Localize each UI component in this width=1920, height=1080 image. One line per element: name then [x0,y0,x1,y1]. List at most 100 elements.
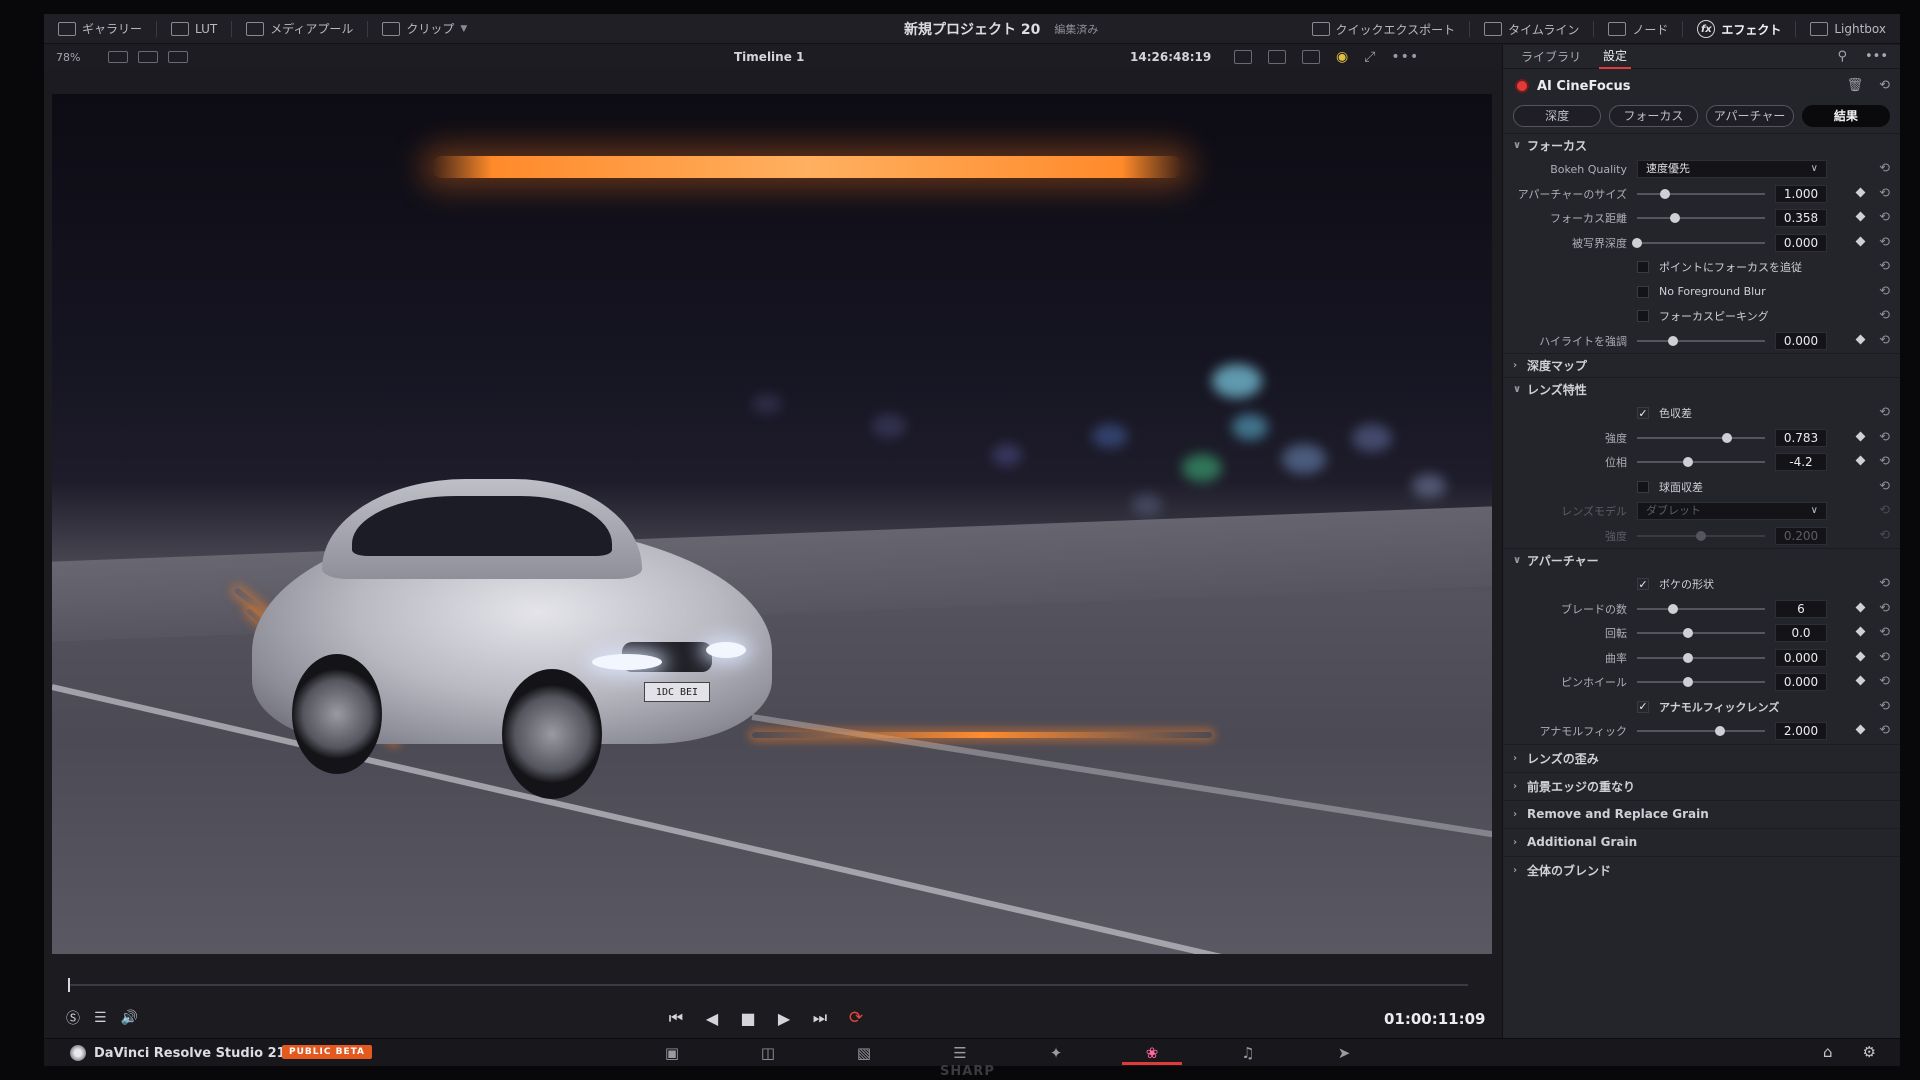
dof-slider[interactable] [1632,237,1765,248]
cut-page-icon[interactable]: ◫ [720,1039,816,1066]
ca-phase-value[interactable]: -4.2 [1775,453,1827,472]
follow-focus-checkbox[interactable] [1637,261,1649,274]
spherical-strength-value[interactable]: 0.200 [1775,526,1827,545]
trash-icon[interactable]: 🗑 [1847,78,1864,93]
color-page-icon[interactable]: ❀ [1104,1039,1200,1066]
play-button[interactable]: ▶ [774,1009,794,1028]
reset-icon[interactable]: ⟲ [1879,210,1890,225]
single-viewer-icon[interactable] [108,51,128,63]
anamorphic-lens-checkbox[interactable]: ✓ [1637,700,1649,713]
anamorphic-value[interactable]: 2.000 [1775,722,1827,741]
spherical-aberration-checkbox[interactable] [1637,480,1649,493]
go-to-end-button[interactable]: ⏭ [810,1008,830,1028]
slider-knob[interactable] [1667,335,1678,346]
reset-icon[interactable]: ⟲ [1879,625,1890,640]
ca-phase-slider[interactable] [1637,457,1765,468]
tab-settings[interactable]: 設定 [1599,44,1632,69]
focus-peaking-checkbox[interactable] [1637,310,1649,323]
section-aperture[interactable]: ∨ アパーチャー [1503,548,1900,572]
rotation-value[interactable]: 0.0 [1775,624,1827,643]
highlight-value[interactable]: 0.000 [1775,331,1827,350]
display-icon[interactable] [1268,50,1286,64]
slider-knob[interactable] [1667,603,1678,614]
clips-button[interactable]: クリップ ▼ [368,14,481,44]
effect-enable-toggle[interactable] [1515,79,1529,93]
reset-icon[interactable]: ⟲ [1879,235,1890,250]
reset-icon[interactable]: ⟲ [1879,284,1890,299]
fx-bypass-icon[interactable]: Ⓢ [66,1008,80,1028]
playhead[interactable] [68,978,70,992]
section-lens[interactable]: ∨ レンズ特性 [1503,377,1900,401]
split-viewer-icon[interactable] [168,51,188,63]
fusion-page-icon[interactable]: ☰ [912,1039,1008,1066]
deliver-page-icon[interactable]: ➤ [1296,1039,1392,1066]
segment-aperture[interactable]: アパーチャー [1705,105,1794,127]
reset-effect-icon[interactable]: ⟲ [1879,78,1890,93]
reset-icon[interactable]: ⟲ [1879,333,1890,348]
blades-slider[interactable] [1637,603,1765,614]
reset-icon[interactable]: ⟲ [1879,576,1890,591]
media-pool-button[interactable]: メディアプール [232,14,367,44]
reset-icon[interactable]: ⟲ [1879,674,1890,689]
play-reverse-button[interactable]: ◀ [702,1009,722,1028]
keyframe-icon[interactable] [1855,675,1866,686]
focus-distance-slider[interactable] [1637,213,1765,224]
fullscreen-icon[interactable]: ⤢ [1364,49,1375,65]
slider-knob[interactable] [1670,213,1681,224]
slider-knob[interactable] [1696,530,1706,541]
loop-icon[interactable]: ⟳ [846,1008,866,1028]
grid-viewer-icon[interactable] [138,51,158,63]
reset-icon[interactable]: ⟲ [1879,528,1890,543]
section-remove-replace-grain[interactable]: › Remove and Replace Grain [1503,799,1900,828]
quick-export-button[interactable]: クイックエクスポート [1298,14,1470,44]
volume-icon[interactable]: 🔊 [121,1010,138,1026]
spherical-strength-slider[interactable] [1637,530,1765,541]
curvature-slider[interactable] [1637,652,1765,663]
keyframe-icon[interactable] [1855,651,1866,661]
reset-icon[interactable]: ⟲ [1879,430,1890,445]
reset-icon[interactable]: ⟲ [1879,479,1890,494]
home-icon[interactable]: ⌂ [1823,1043,1833,1061]
keyframe-icon[interactable] [1855,334,1866,344]
blades-value[interactable]: 6 [1775,599,1827,618]
keyframe-icon[interactable] [1855,211,1866,222]
timeline-select[interactable]: Timeline 1 [734,50,804,64]
focus-distance-value[interactable]: 0.358 [1775,209,1827,228]
nodes-button[interactable]: ノード [1594,14,1682,44]
fairlight-wand-icon[interactable]: ✦ [1008,1039,1104,1066]
viewer-timecode[interactable]: 14:26:48:19 [1130,50,1211,64]
keyframe-icon[interactable] [1855,236,1866,246]
section-foreground-edge[interactable]: › 前景エッジの重なり [1503,771,1900,800]
reset-icon[interactable]: ⟲ [1879,186,1890,201]
slider-knob[interactable] [1683,628,1694,639]
slider-knob[interactable] [1660,188,1671,199]
viewer-mode-icon[interactable] [1234,50,1252,64]
timeline-button[interactable]: タイムライン [1470,14,1593,44]
aperture-size-slider[interactable] [1637,188,1765,199]
reset-icon[interactable]: ⟲ [1879,259,1890,274]
bokeh-quality-select[interactable]: 速度優先 ∨ [1637,160,1827,179]
segment-result[interactable]: 結果 [1801,105,1890,127]
keyframe-icon[interactable] [1855,626,1866,637]
viewer-frame[interactable]: 1DC BEI [52,94,1492,954]
ca-strength-slider[interactable] [1637,432,1765,443]
go-to-start-button[interactable]: ⏮ [666,1008,686,1028]
aperture-size-value[interactable]: 1.000 [1775,184,1827,203]
scrubber-track[interactable] [68,984,1468,986]
section-additional-grain[interactable]: › Additional Grain [1503,827,1900,856]
slider-knob[interactable] [1683,457,1694,468]
safe-area-icon[interactable] [1302,50,1320,64]
reset-icon[interactable]: ⟲ [1879,723,1890,738]
reset-icon[interactable]: ⟲ [1879,503,1890,518]
dof-value[interactable]: 0.000 [1775,233,1827,252]
keyframe-icon[interactable] [1855,455,1866,466]
lut-button[interactable]: LUT [157,14,231,44]
more-options-icon[interactable]: ••• [1391,49,1419,65]
highlight-slider[interactable] [1637,335,1765,346]
slider-knob[interactable] [1632,237,1642,248]
ca-strength-value[interactable]: 0.783 [1775,428,1827,447]
chromatic-aberration-checkbox[interactable]: ✓ [1637,407,1649,420]
segment-focus[interactable]: フォーカス [1609,105,1698,127]
keyframe-icon[interactable] [1855,602,1866,612]
curvature-value[interactable]: 0.000 [1775,648,1827,667]
